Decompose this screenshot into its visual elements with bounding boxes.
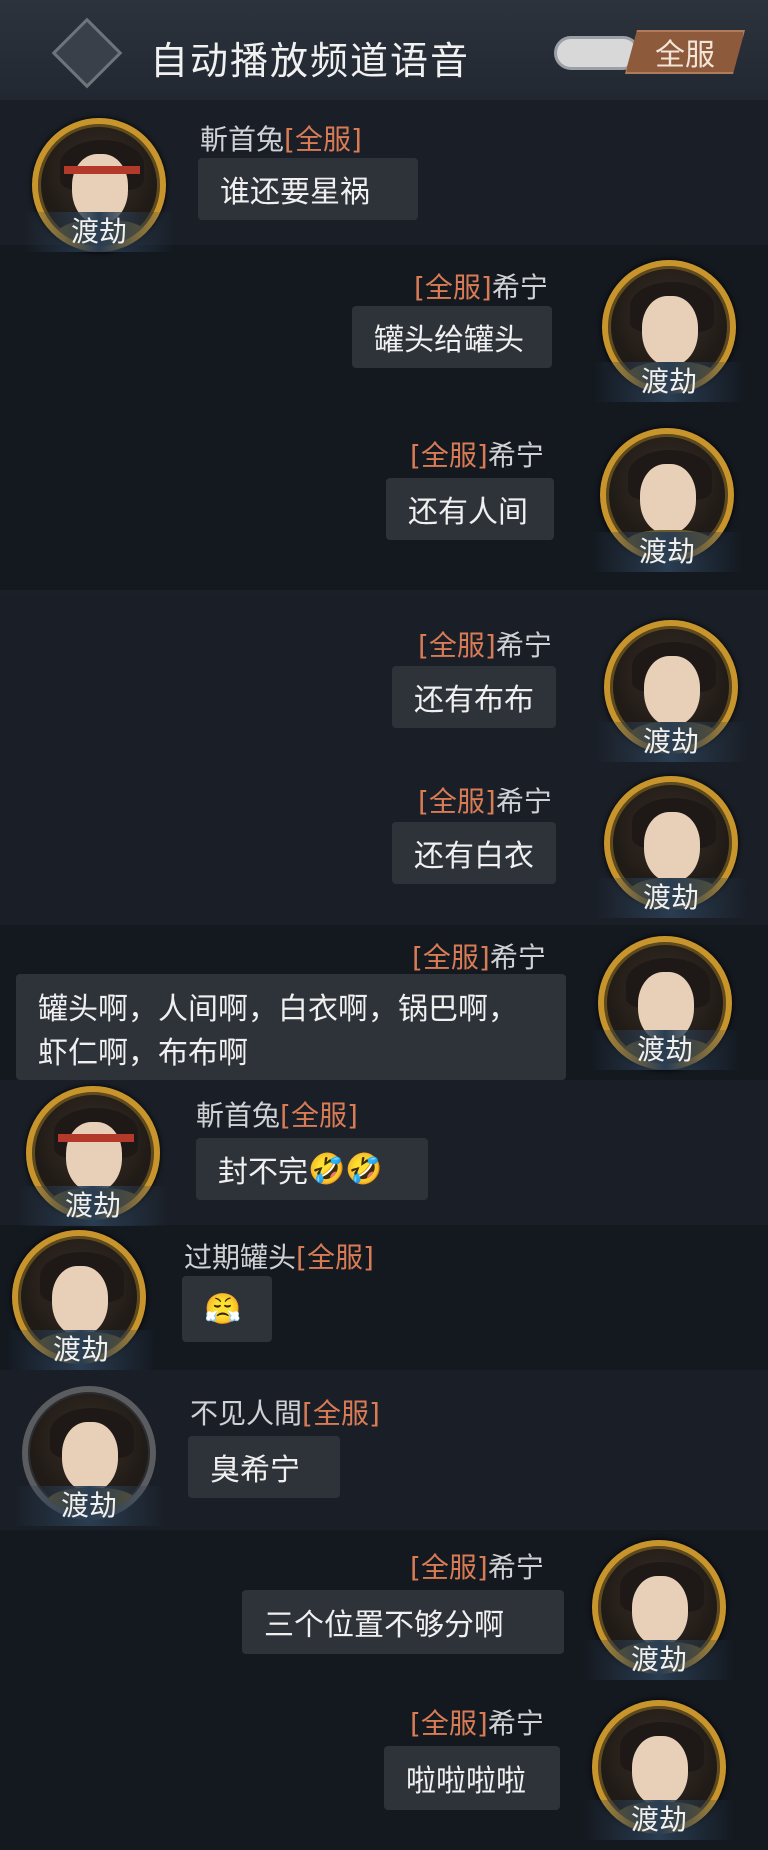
sender-name[interactable]: [全服]希宁	[418, 624, 552, 664]
menu-diamond-icon[interactable]	[51, 17, 123, 89]
server-channel-tab[interactable]: 全服	[625, 30, 745, 74]
message-bubble: 三个位置不够分啊	[242, 1590, 564, 1654]
sender-name[interactable]: [全服]希宁	[410, 1546, 544, 1586]
message-bubble: 还有人间	[386, 478, 554, 540]
sender-name[interactable]: [全服]希宁	[412, 936, 546, 976]
channel-header: 自动播放频道语音 全服	[0, 0, 768, 100]
message-bubble: 啦啦啦啦	[384, 1746, 560, 1810]
sender-name[interactable]: [全服]希宁	[410, 434, 544, 474]
sender-name[interactable]: 斬首兔[全服]	[200, 118, 362, 158]
angry-emoji-icon: 😤	[204, 1291, 242, 1327]
rank-badge: 渡劫	[592, 532, 742, 572]
rank-badge: 渡劫	[18, 1186, 168, 1226]
rank-badge: 渡劫	[596, 878, 746, 918]
sender-name[interactable]: 斬首兔[全服]	[196, 1094, 358, 1134]
message-bubble: 罐头啊，人间啊，白衣啊，锅巴啊，虾仁啊，布布啊	[16, 974, 566, 1080]
rank-badge: 渡劫	[596, 722, 746, 762]
rank-badge: 渡劫	[24, 212, 174, 252]
rank-badge: 渡劫	[594, 362, 744, 402]
rank-badge: 渡劫	[584, 1640, 734, 1680]
message-bubble: 封不完 🤣🤣	[196, 1138, 428, 1200]
message-bubble: 还有白衣	[392, 822, 556, 884]
message-bubble: 谁还要星祸	[198, 158, 418, 220]
message-bubble: 还有布布	[392, 666, 556, 728]
sender-name[interactable]: [全服]希宁	[414, 266, 548, 306]
rank-badge: 渡劫	[584, 1800, 734, 1840]
channel-title: 自动播放频道语音	[150, 39, 471, 83]
sender-name[interactable]: 不见人間[全服]	[190, 1392, 380, 1432]
message-bubble: 罐头给罐头	[352, 306, 552, 368]
message-bubble: 臭希宁	[188, 1436, 340, 1498]
sender-name[interactable]: 过期罐头[全服]	[184, 1236, 374, 1276]
rank-badge: 渡劫	[590, 1030, 740, 1070]
sender-name[interactable]: [全服]希宁	[410, 1702, 544, 1742]
voice-autoplay-toggle[interactable]	[554, 36, 640, 70]
rank-badge: 渡劫	[6, 1330, 156, 1370]
sender-name[interactable]: [全服]希宁	[418, 780, 552, 820]
message-bubble: 😤	[182, 1276, 272, 1342]
laughing-emoji-icon: 🤣🤣	[308, 1151, 383, 1187]
rank-badge: 渡劫	[14, 1486, 164, 1526]
